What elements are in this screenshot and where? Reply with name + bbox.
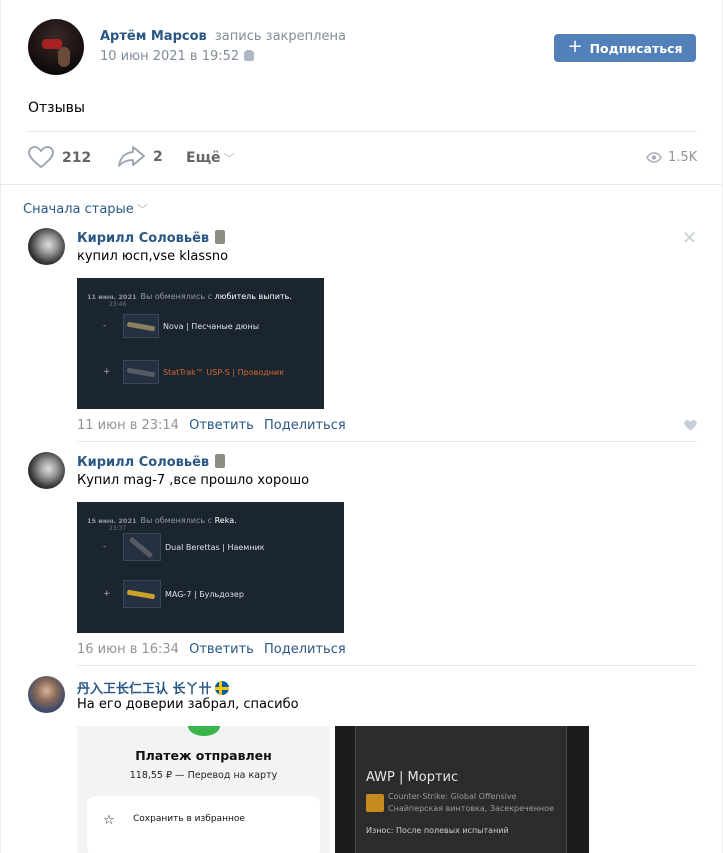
item-panel: AWP | Мортис Counter-Strike: Global Offe… (355, 726, 567, 853)
comment-avatar[interactable] (28, 676, 65, 713)
share-button[interactable]: 2 (118, 146, 163, 167)
trade-get-item: MAG-7 | Бульдозер (165, 589, 244, 599)
trade-time: 23:37 (109, 525, 127, 532)
comment-text: Купил mag-7 ,все прошло хорошо (77, 473, 310, 488)
shotgun-icon (123, 314, 159, 338)
like-button[interactable]: 212 (28, 146, 91, 169)
comment-avatar[interactable] (28, 452, 65, 489)
close-icon[interactable]: ✕ (682, 228, 697, 249)
pistols-icon (123, 533, 161, 561)
like-count: 212 (62, 149, 92, 166)
comment-author: 丹入㠪长仁㠪认 长丫卄 (77, 678, 229, 697)
comment-like-icon[interactable] (684, 420, 697, 435)
share-icon (118, 146, 145, 167)
comment-author-link[interactable]: Кирилл Соловьёв (77, 455, 209, 470)
payment-title: Платеж отправлен (135, 748, 272, 763)
gift-badge-icon (215, 230, 226, 244)
eye-icon (646, 152, 662, 163)
divider (28, 131, 697, 132)
trade-get-item: StatTrak™ USP-S | Проводник (163, 367, 285, 377)
success-check-icon (188, 726, 220, 736)
share-count: 2 (153, 148, 163, 165)
comment-text: купил юсп,vse klassno (77, 249, 229, 264)
sort-label: Сначала старые (23, 202, 134, 217)
item-type: Снайперская винтовка, Засекреченное (388, 804, 554, 813)
payment-action-card: ☆ Сохранить в избранное (87, 796, 320, 853)
payment-action: Сохранить в избранное (133, 814, 245, 824)
comment-avatar[interactable] (28, 228, 65, 265)
payment-screenshot[interactable]: Платеж отправлен 118,55 ₽ — Перевод на к… (77, 726, 330, 853)
csgo-icon (366, 794, 384, 812)
views-count: 1.5K (668, 150, 698, 165)
comment-author-link[interactable]: Кирилл Соловьёв (77, 231, 209, 246)
trade-date: 11 июн. 2021 (87, 293, 137, 301)
divider (77, 441, 697, 442)
pistol-icon (123, 360, 159, 384)
plus-icon: + (567, 36, 583, 57)
trade-give-row: - Nova | Песчаные дюны (103, 314, 259, 338)
trade-header: 15 июн. 2021 Вы обменялись с Reka. 23:37 (87, 516, 237, 532)
comments-sort-dropdown[interactable]: Сначала старые ﹀ (23, 201, 148, 217)
trade-give-item: Nova | Песчаные дюны (163, 321, 260, 331)
share-link[interactable]: Поделиться (264, 418, 346, 433)
comment-meta: 11 июн в 23:14 Ответить Поделиться (77, 418, 346, 433)
post-card: Артём Марсов запись закреплена 10 июн 20… (1, 0, 722, 853)
android-icon (244, 50, 255, 61)
author-name-link[interactable]: Артём Марсов (100, 29, 207, 44)
comment-author: Кирилл Соловьёв (77, 454, 226, 470)
gift-badge-icon (215, 454, 226, 468)
comment-date[interactable]: 16 июн в 16:34 (77, 642, 179, 657)
item-screenshot[interactable]: AWP | Мортис Counter-Strike: Global Offe… (335, 726, 589, 853)
post-author: Артём Марсов запись закреплена (100, 29, 346, 44)
trade-screenshot[interactable]: 11 июн. 2021 Вы обменялись с любитель вып… (77, 278, 324, 409)
comment-text: На его доверии забрал, спасибо (77, 697, 299, 712)
reply-link[interactable]: Ответить (189, 642, 254, 657)
trade-get-row: + MAG-7 | Бульдозер (103, 580, 244, 608)
plus-sign: + (103, 589, 111, 599)
star-icon: ☆ (103, 813, 115, 828)
minus-sign: - (103, 321, 107, 331)
comment-date[interactable]: 11 июн в 23:14 (77, 418, 179, 433)
divider (77, 665, 697, 666)
trade-get-row: + StatTrak™ USP-S | Проводник (103, 360, 284, 384)
comment-meta: 16 июн в 16:34 Ответить Поделиться (77, 642, 346, 657)
item-title: AWP | Мортис (366, 770, 459, 785)
more-label: Ещё (186, 150, 221, 166)
views-counter: 1.5K (646, 150, 697, 165)
trade-time: 23:46 (109, 301, 127, 308)
trade-message: Вы обменялись с (140, 516, 213, 525)
pinned-label: запись закреплена (214, 29, 346, 44)
subscribe-label: Подписаться (589, 40, 683, 56)
payment-amount: 118,55 ₽ — Перевод на карту (129, 770, 278, 781)
trade-header: 11 июн. 2021 Вы обменялись с любитель вып… (87, 292, 292, 308)
trade-partner: любитель выпить. (214, 292, 292, 301)
trade-give-row: - Dual Berettas | Наемник (103, 533, 265, 561)
sweden-flag-icon (214, 681, 229, 695)
post-date: 10 июн 2021 в 19:52 (100, 49, 255, 64)
post-date-link[interactable]: 10 июн 2021 в 19:52 (100, 49, 239, 64)
trade-give-item: Dual Berettas | Наемник (165, 542, 265, 552)
trade-partner: Reka. (214, 516, 237, 525)
heart-icon (28, 146, 54, 169)
divider (1, 184, 722, 185)
chevron-down-icon: ﹀ (223, 152, 235, 165)
trade-screenshot[interactable]: 15 июн. 2021 Вы обменялись с Reka. 23:37 … (77, 502, 344, 633)
trade-message: Вы обменялись с (140, 292, 213, 301)
shotgun-icon (123, 580, 161, 608)
item-wear: Износ: После полевых испытаний (366, 826, 509, 835)
post-text: Отзывы (28, 100, 85, 116)
plus-sign: + (103, 367, 111, 377)
share-link[interactable]: Поделиться (264, 642, 346, 657)
comment-author: Кирилл Соловьёв (77, 230, 226, 246)
reply-link[interactable]: Ответить (189, 418, 254, 433)
more-menu[interactable]: Ещё ﹀ (186, 150, 235, 166)
item-game: Counter-Strike: Global Offensive (388, 792, 517, 801)
trade-date: 15 июн. 2021 (87, 517, 137, 525)
comment-author-link[interactable]: 丹入㠪长仁㠪认 长丫卄 (77, 682, 212, 697)
chevron-down-icon: ﹀ (136, 203, 148, 216)
author-avatar[interactable] (28, 19, 84, 75)
subscribe-button[interactable]: + Подписаться (554, 34, 696, 62)
minus-sign: - (103, 542, 107, 552)
